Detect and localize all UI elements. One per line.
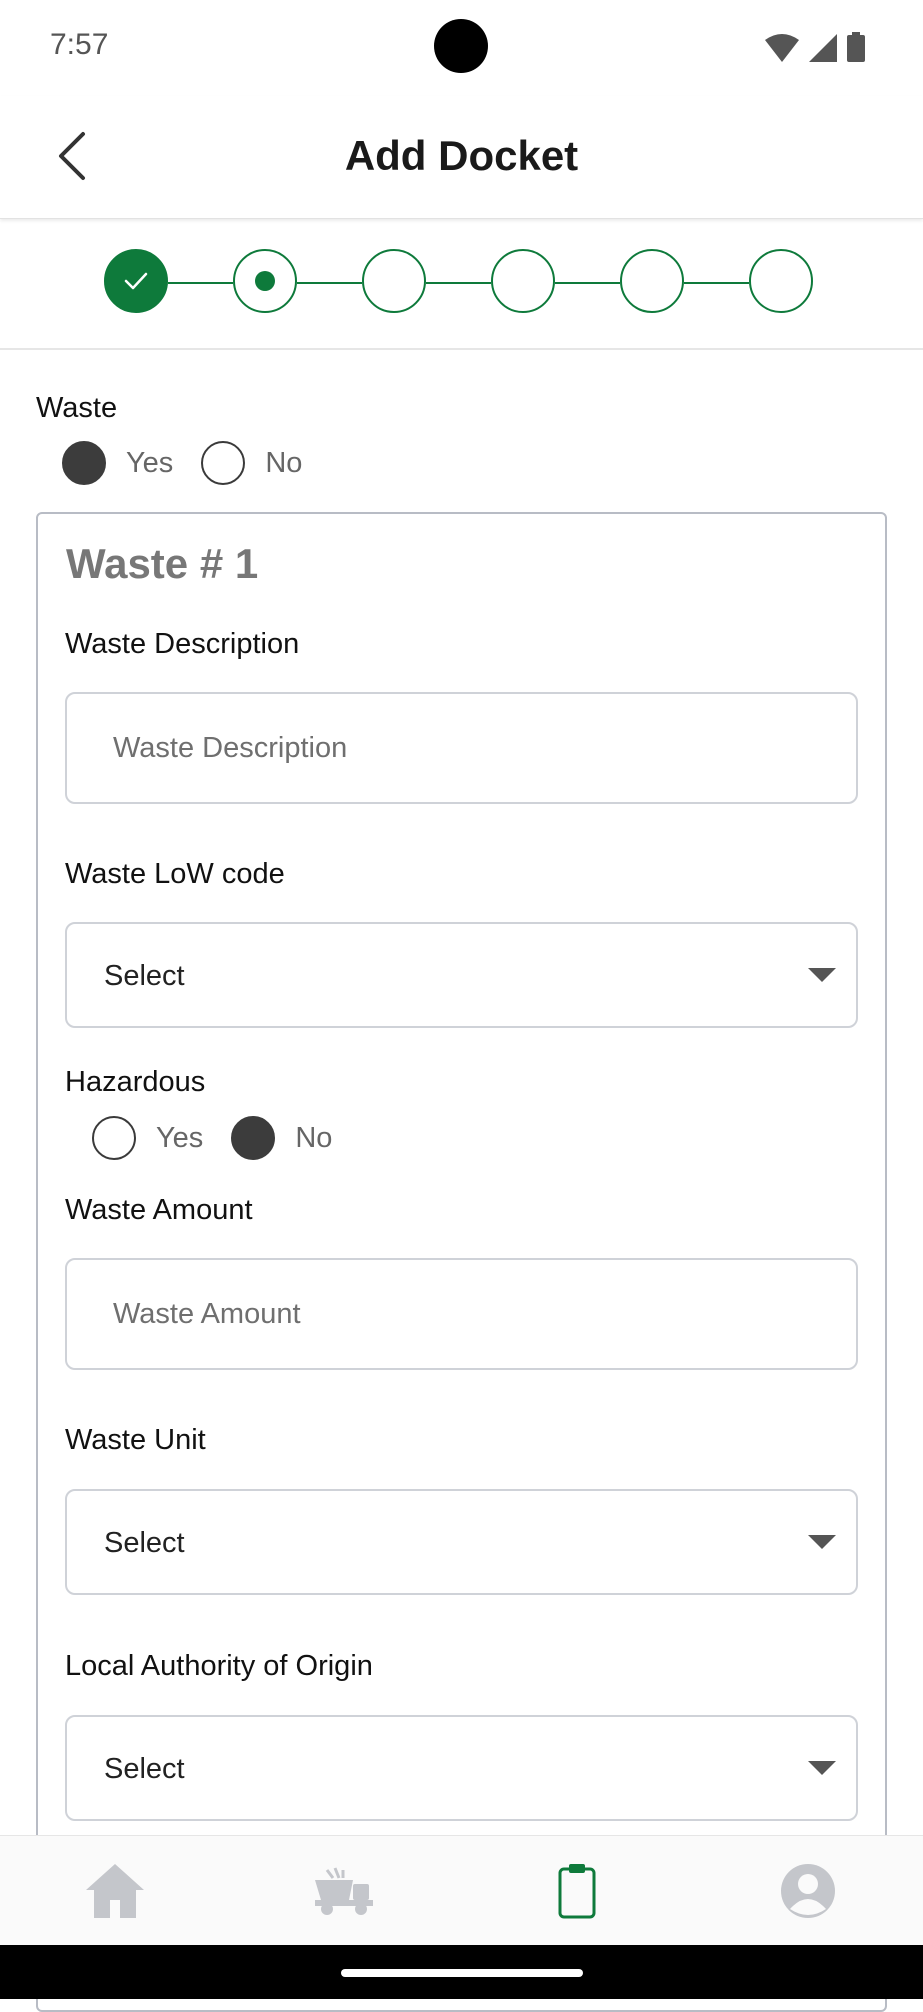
waste-low-code-label: Waste LoW code bbox=[65, 858, 285, 890]
hazardous-radio-group: Yes No bbox=[92, 1116, 360, 1160]
current-step-dot bbox=[255, 271, 275, 291]
app-header: Add Docket bbox=[0, 96, 923, 219]
dropdown-caret-icon bbox=[808, 1535, 836, 1549]
bottom-navigation bbox=[0, 1835, 923, 1946]
waste-label: Waste bbox=[36, 392, 118, 424]
stepper-connector bbox=[684, 282, 749, 284]
status-bar: 7:57 bbox=[0, 0, 923, 96]
page-title: Add Docket bbox=[344, 132, 579, 179]
waste-description-label: Waste Description bbox=[65, 628, 300, 660]
nav-dockets[interactable] bbox=[462, 1836, 692, 1946]
status-time: 7:57 bbox=[50, 28, 109, 61]
step-1-completed bbox=[104, 249, 168, 313]
waste-unit-label: Waste Unit bbox=[65, 1424, 206, 1456]
signal-icon bbox=[809, 34, 837, 62]
waste-card-title: Waste # 1 bbox=[66, 540, 259, 587]
waste-yes-radio[interactable] bbox=[62, 441, 106, 485]
step-3 bbox=[362, 249, 426, 313]
waste-description-placeholder: Waste Description bbox=[113, 732, 348, 764]
waste-unit-value: Select bbox=[104, 1527, 185, 1559]
hazardous-yes-radio[interactable] bbox=[92, 1116, 136, 1160]
dropdown-caret-icon bbox=[808, 1761, 836, 1775]
waste-no-radio[interactable] bbox=[201, 441, 246, 485]
local-authority-label: Local Authority of Origin bbox=[65, 1650, 373, 1682]
waste-low-code-select[interactable]: Select bbox=[65, 922, 858, 1028]
nav-home[interactable] bbox=[0, 1836, 230, 1946]
hazardous-label: Hazardous bbox=[65, 1066, 206, 1098]
waste-amount-placeholder: Waste Amount bbox=[113, 1298, 301, 1330]
home-icon bbox=[86, 1864, 144, 1918]
status-icons bbox=[765, 32, 865, 62]
step-4 bbox=[491, 249, 555, 313]
waste-description-input[interactable]: Waste Description bbox=[65, 692, 858, 804]
step-2-current bbox=[233, 249, 297, 313]
dropdown-caret-icon bbox=[808, 968, 836, 982]
nav-profile[interactable] bbox=[693, 1836, 923, 1946]
hazardous-yes-label[interactable]: Yes bbox=[156, 1122, 203, 1155]
nav-skips[interactable] bbox=[231, 1836, 461, 1946]
waste-radio-group: Yes No bbox=[62, 441, 330, 485]
clipboard-icon bbox=[558, 1864, 596, 1919]
hazardous-no-label[interactable]: No bbox=[295, 1122, 332, 1155]
system-nav-bar bbox=[0, 1945, 923, 1999]
waste-amount-input[interactable]: Waste Amount bbox=[65, 1258, 858, 1370]
camera-cutout bbox=[434, 19, 488, 73]
waste-unit-select[interactable]: Select bbox=[65, 1489, 858, 1595]
stepper-connector bbox=[297, 282, 362, 284]
step-5 bbox=[620, 249, 684, 313]
profile-icon bbox=[781, 1864, 835, 1918]
step-6 bbox=[749, 249, 813, 313]
waste-yes-label[interactable]: Yes bbox=[126, 447, 173, 480]
stepper-connector bbox=[426, 282, 491, 284]
battery-icon bbox=[847, 32, 865, 62]
stepper-connector bbox=[168, 282, 233, 284]
waste-amount-label: Waste Amount bbox=[65, 1194, 253, 1226]
waste-no-label[interactable]: No bbox=[265, 447, 302, 480]
local-authority-select[interactable]: Select bbox=[65, 1715, 858, 1821]
local-authority-value: Select bbox=[104, 1753, 185, 1785]
home-gesture-handle[interactable] bbox=[341, 1969, 583, 1977]
waste-low-code-value: Select bbox=[104, 960, 185, 992]
progress-stepper bbox=[0, 218, 923, 350]
hazardous-no-radio[interactable] bbox=[231, 1116, 276, 1160]
checkmark-icon bbox=[124, 272, 148, 290]
stepper-connector bbox=[555, 282, 620, 284]
wifi-icon bbox=[765, 34, 799, 62]
skip-truck-icon bbox=[315, 1867, 373, 1915]
